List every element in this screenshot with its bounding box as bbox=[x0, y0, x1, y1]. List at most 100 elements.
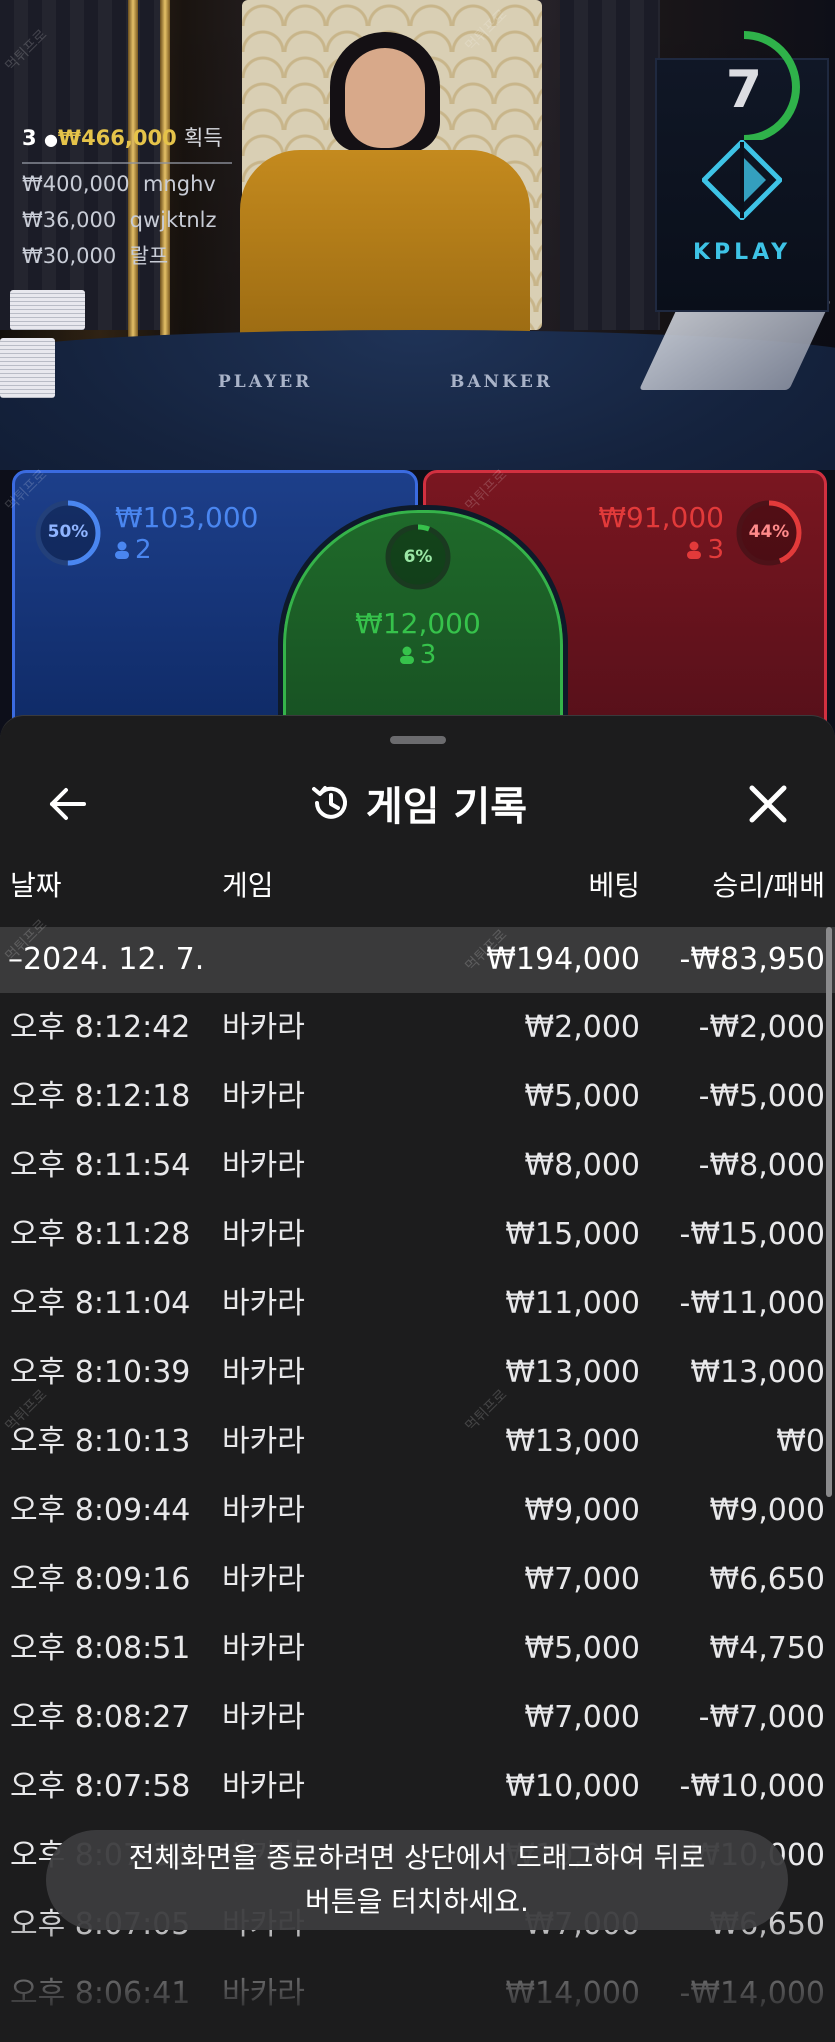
card-stack bbox=[0, 338, 55, 398]
history-row[interactable]: 오후 8:11:04 바카라 ₩11,000 -₩11,000 bbox=[0, 1269, 835, 1338]
player-total: ₩103,000 bbox=[115, 501, 259, 534]
sheet-header: 게임 기록 bbox=[0, 768, 835, 838]
row-game: 바카라 bbox=[222, 1079, 305, 1114]
winner-entry: ₩36,000 qwjktnlz bbox=[22, 202, 232, 238]
row-time: 오후 8:08:27 bbox=[10, 1700, 191, 1735]
live-video: PLAYER BANKER 3 ●₩466,000 획득 ₩400,000 mn… bbox=[0, 0, 835, 470]
row-time: 오후 8:11:28 bbox=[10, 1217, 191, 1252]
row-bet: ₩5,000 bbox=[524, 1079, 640, 1114]
row-result: -₩7,000 bbox=[698, 1700, 825, 1735]
row-time: 오후 8:09:16 bbox=[10, 1562, 191, 1597]
table-header: 날짜 게임 베팅 승리/패배 bbox=[0, 864, 835, 908]
row-result: ₩9,000 bbox=[709, 1493, 825, 1528]
row-bet: ₩15,000 bbox=[505, 1217, 640, 1252]
countdown-timer: 7 bbox=[702, 30, 802, 143]
date-group-row[interactable]: –2024. 12. 7. ₩194,000 -₩83,950 bbox=[0, 927, 835, 993]
countdown-number: 7 bbox=[725, 60, 763, 120]
row-game: 바카라 bbox=[222, 1286, 305, 1321]
winners-header: 3 ●₩466,000 획득 bbox=[22, 120, 232, 158]
row-bet: ₩7,000 bbox=[524, 1562, 640, 1597]
toast-line-2: 버튼을 터치하세요. bbox=[305, 1885, 529, 1918]
banker-user-count: 3 bbox=[707, 535, 724, 565]
row-result: ₩13,000 bbox=[690, 1355, 825, 1390]
winner-amount: ₩36,000 bbox=[22, 208, 117, 232]
row-bet: ₩8,000 bbox=[524, 1148, 640, 1183]
winner-entry: ₩400,000 mnghv bbox=[22, 166, 232, 202]
winner-name: 랄프 bbox=[129, 244, 169, 268]
row-bet: ₩11,000 bbox=[505, 1286, 640, 1321]
row-game: 바카라 bbox=[222, 1700, 305, 1735]
row-time: 오후 8:10:13 bbox=[10, 1424, 191, 1459]
column-game: 게임 bbox=[222, 869, 274, 902]
winner-name: qwjktnlz bbox=[129, 208, 217, 232]
divider bbox=[22, 162, 232, 164]
row-bet: ₩13,000 bbox=[505, 1355, 640, 1390]
row-bet: ₩10,000 bbox=[505, 1769, 640, 1804]
close-button[interactable] bbox=[740, 776, 796, 832]
row-time: 오후 8:12:18 bbox=[10, 1079, 191, 1114]
banker-users: 3 bbox=[687, 535, 724, 565]
row-bet: ₩7,000 bbox=[524, 1700, 640, 1735]
banker-total: ₩91,000 bbox=[598, 501, 724, 534]
row-result: -₩10,000 bbox=[679, 1769, 825, 1804]
toast-line-1: 전체화면을 종료하려면 상단에서 드래그하여 뒤로 bbox=[128, 1841, 706, 1874]
curtain-right bbox=[560, 0, 660, 330]
tie-percent: 6% bbox=[403, 547, 433, 567]
row-bet: ₩5,000 bbox=[524, 1631, 640, 1666]
row-game: 바카라 bbox=[222, 1148, 305, 1183]
history-row[interactable]: 오후 8:10:39 바카라 ₩13,000 ₩13,000 bbox=[0, 1338, 835, 1407]
row-game: 바카라 bbox=[222, 1424, 305, 1459]
tie-users: 3 bbox=[283, 640, 553, 670]
row-result: ₩6,650 bbox=[709, 1562, 825, 1597]
row-game: 바카라 bbox=[222, 1631, 305, 1666]
row-time: 오후 8:12:42 bbox=[10, 1010, 191, 1045]
drag-handle[interactable] bbox=[390, 736, 446, 744]
row-result: -₩5,000 bbox=[698, 1079, 825, 1114]
player-percent: 50% bbox=[47, 522, 89, 542]
person-icon bbox=[687, 541, 702, 559]
winners-suffix: 획득 bbox=[184, 126, 223, 150]
history-row[interactable]: 오후 8:11:28 바카라 ₩15,000 -₩15,000 bbox=[0, 1200, 835, 1269]
history-row[interactable]: 오후 8:09:44 바카라 ₩9,000 ₩9,000 bbox=[0, 1476, 835, 1545]
player-users: 2 bbox=[115, 535, 152, 565]
player-user-count: 2 bbox=[135, 535, 152, 565]
winners-count: 3 bbox=[22, 126, 37, 150]
row-result: -₩2,000 bbox=[698, 1010, 825, 1045]
person-icon bbox=[399, 646, 414, 664]
history-row[interactable]: 오후 8:11:54 바카라 ₩8,000 -₩8,000 bbox=[0, 1131, 835, 1200]
dealer-face bbox=[345, 48, 425, 148]
history-row[interactable]: 오후 8:12:18 바카라 ₩5,000 -₩5,000 bbox=[0, 1062, 835, 1131]
person-icon bbox=[115, 541, 129, 559]
column-result: 승리/패배 bbox=[712, 869, 825, 902]
row-result: ₩0 bbox=[776, 1424, 825, 1459]
winners-total: ₩466,000 bbox=[57, 126, 177, 150]
history-icon bbox=[311, 786, 347, 819]
history-row[interactable]: 오후 8:12:42 바카라 ₩2,000 -₩2,000 bbox=[0, 993, 835, 1062]
winner-amount: ₩400,000 bbox=[22, 172, 130, 196]
history-row[interactable]: 오후 8:08:27 바카라 ₩7,000 -₩7,000 bbox=[0, 1683, 835, 1752]
row-time: 오후 8:09:44 bbox=[10, 1493, 191, 1528]
row-game: 바카라 bbox=[222, 1493, 305, 1528]
kplay-logo-icon bbox=[702, 140, 782, 220]
scrollbar[interactable] bbox=[826, 927, 832, 1497]
history-row[interactable]: 오후 8:09:16 바카라 ₩7,000 ₩6,650 bbox=[0, 1545, 835, 1614]
row-bet: ₩13,000 bbox=[505, 1424, 640, 1459]
row-result: ₩4,750 bbox=[709, 1631, 825, 1666]
history-row[interactable]: 오후 8:07:58 바카라 ₩10,000 -₩10,000 bbox=[0, 1752, 835, 1821]
felt-banker-label: BANKER bbox=[450, 372, 553, 392]
dealer bbox=[240, 150, 530, 350]
card-stack bbox=[10, 290, 85, 330]
history-row[interactable]: 오후 8:08:51 바카라 ₩5,000 ₩4,750 bbox=[0, 1614, 835, 1683]
felt-player-label: PLAYER bbox=[218, 372, 313, 392]
kplay-brand: KPLAY bbox=[692, 240, 792, 265]
row-time: 오후 8:11:54 bbox=[10, 1148, 191, 1183]
history-row[interactable]: 오후 8:10:13 바카라 ₩13,000 ₩0 bbox=[0, 1407, 835, 1476]
tie-user-count: 3 bbox=[419, 640, 437, 670]
row-game: 바카라 bbox=[222, 1562, 305, 1597]
row-game: 바카라 bbox=[222, 1355, 305, 1390]
row-bet: ₩2,000 bbox=[524, 1010, 640, 1045]
row-time: 오후 8:11:04 bbox=[10, 1286, 191, 1321]
row-result: -₩15,000 bbox=[679, 1217, 825, 1252]
winner-entry: ₩30,000 랄프 bbox=[22, 238, 232, 274]
person-icon: ● bbox=[43, 130, 58, 149]
